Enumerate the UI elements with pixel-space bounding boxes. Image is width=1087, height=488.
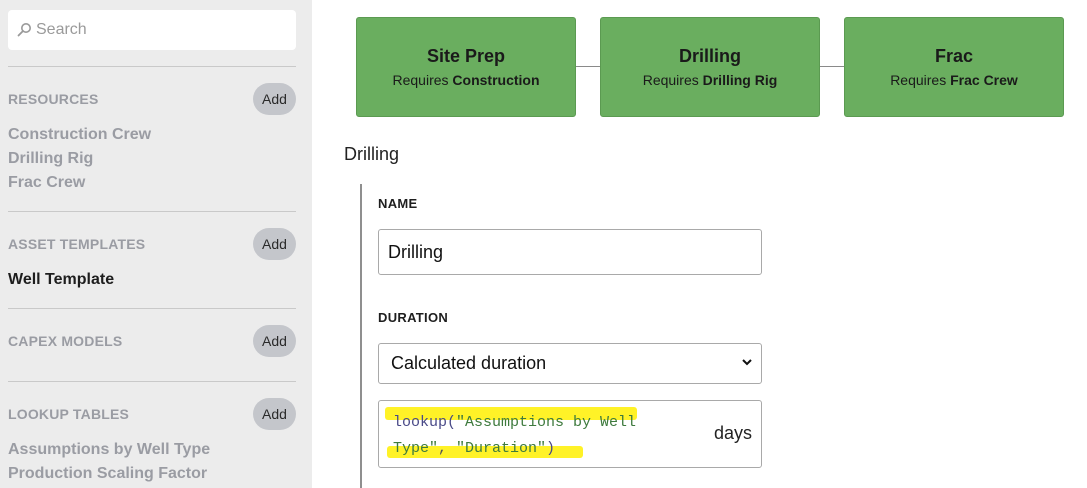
formula-editor[interactable]: lookup("Assumptions by Well Type", "Durat… bbox=[378, 400, 762, 468]
duration-unit: days bbox=[713, 423, 752, 443]
divider bbox=[8, 308, 296, 309]
duration-label: DURATION bbox=[378, 310, 449, 325]
chevron-down-icon bbox=[742, 359, 752, 366]
duration-selected-value: Calculated duration bbox=[391, 353, 547, 373]
detail-title: Drilling bbox=[344, 144, 400, 164]
divider bbox=[8, 381, 296, 382]
sidebar: Search RESOURCES Add Construction Crew D… bbox=[0, 0, 312, 488]
step-requirement: Requires Construction bbox=[392, 72, 540, 88]
sidebar-item-assumptions-by-well-type[interactable]: Assumptions by Well Type bbox=[8, 441, 210, 459]
step-requirement: Requires Drilling Rig bbox=[642, 72, 778, 88]
name-label: NAME bbox=[378, 196, 418, 211]
section-title-lookup-tables: LOOKUP TABLES bbox=[8, 406, 130, 422]
duration-select[interactable]: Calculated duration bbox=[378, 343, 762, 384]
search-input[interactable]: Search bbox=[8, 10, 296, 50]
add-resource-button[interactable]: Add bbox=[253, 83, 296, 115]
step-title: Frac bbox=[934, 46, 974, 66]
section-title-capex-models: CAPEX MODELS bbox=[8, 333, 123, 349]
search-placeholder: Search bbox=[36, 21, 87, 38]
step-title: Drilling bbox=[679, 46, 741, 66]
flow-connector bbox=[576, 66, 600, 67]
detail-left-border bbox=[360, 184, 362, 488]
search-icon bbox=[17, 23, 31, 37]
flow-connector bbox=[820, 66, 844, 67]
divider bbox=[8, 66, 296, 67]
sidebar-item-construction-crew[interactable]: Construction Crew bbox=[8, 126, 151, 144]
sidebar-item-well-template[interactable]: Well Template bbox=[8, 271, 114, 289]
sidebar-item-production-scaling-factor[interactable]: Production Scaling Factor bbox=[8, 465, 207, 483]
step-requirement: Requires Frac Crew bbox=[890, 72, 1018, 88]
step-frac[interactable]: Frac Requires Frac Crew bbox=[844, 17, 1064, 117]
add-lookup-table-button[interactable]: Add bbox=[253, 398, 296, 430]
sidebar-item-frac-crew[interactable]: Frac Crew bbox=[8, 174, 85, 192]
sidebar-item-drilling-rig[interactable]: Drilling Rig bbox=[8, 150, 93, 168]
step-site-prep[interactable]: Site Prep Requires Construction bbox=[356, 17, 576, 117]
name-input[interactable] bbox=[378, 229, 762, 275]
add-asset-template-button[interactable]: Add bbox=[253, 228, 296, 260]
section-title-resources: RESOURCES bbox=[8, 91, 99, 107]
step-drilling[interactable]: Drilling Requires Drilling Rig bbox=[600, 17, 820, 117]
divider bbox=[8, 211, 296, 212]
add-capex-model-button[interactable]: Add bbox=[253, 325, 296, 357]
formula-code: lookup("Assumptions by Well Type", "Durat… bbox=[393, 414, 637, 457]
section-title-asset-templates: ASSET TEMPLATES bbox=[8, 236, 146, 252]
step-title: Site Prep bbox=[426, 46, 506, 66]
